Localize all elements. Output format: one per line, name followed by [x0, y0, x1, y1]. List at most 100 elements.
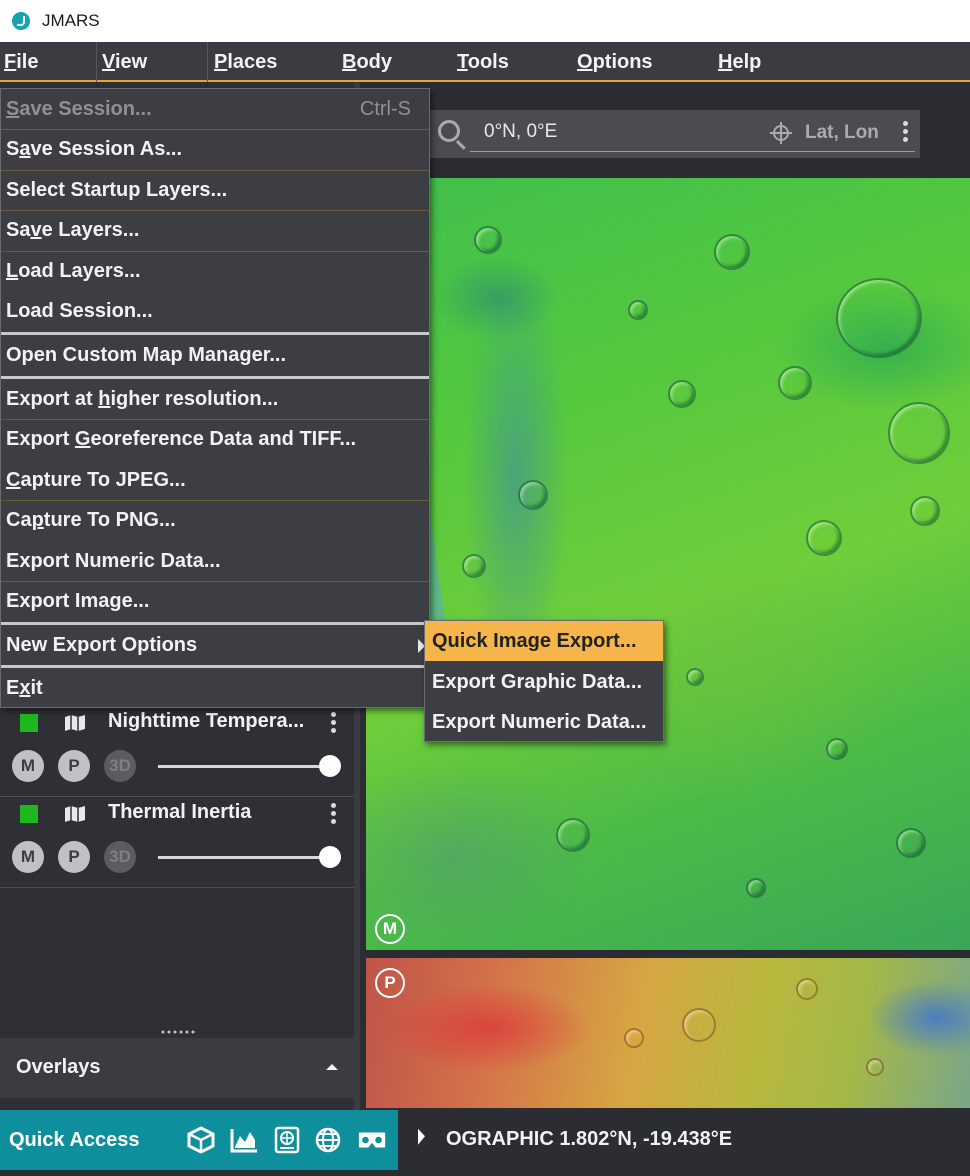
- menu-places[interactable]: Places: [214, 42, 277, 82]
- map-crater: [806, 520, 842, 556]
- search-options-kebab-icon[interactable]: [902, 121, 908, 147]
- layer-options-kebab-icon[interactable]: [330, 803, 336, 829]
- map-crater: [746, 878, 766, 898]
- map-crater: [624, 1028, 644, 1048]
- layer-opacity-slider-knob[interactable]: [319, 755, 341, 777]
- map-crater: [682, 1008, 716, 1042]
- layer-color-swatch[interactable]: [20, 805, 38, 823]
- map-crater: [796, 978, 818, 1000]
- title-bar: JMARS: [0, 0, 970, 42]
- layer-opacity-slider[interactable]: [158, 765, 330, 768]
- map-split-divider[interactable]: [366, 950, 970, 958]
- menu-help[interactable]: Help: [718, 42, 761, 82]
- menu-options[interactable]: Options: [577, 42, 653, 82]
- map-crater: [714, 234, 750, 270]
- map-crater: [668, 380, 696, 408]
- quick-access-bar: Quick Access: [0, 1110, 398, 1170]
- layer-color-swatch[interactable]: [20, 714, 38, 732]
- menu-item-capture-jpeg[interactable]: Capture To JPEG...: [1, 460, 429, 500]
- panel-resize-grip[interactable]: [160, 1030, 196, 1034]
- layer-3d-toggle[interactable]: 3D: [104, 750, 136, 782]
- cursor-pointer-icon: [418, 1128, 425, 1148]
- chart-icon[interactable]: [229, 1126, 259, 1154]
- main-map-view[interactable]: M: [366, 178, 970, 950]
- submenu-item-quick-image-export[interactable]: Quick Image Export...: [425, 621, 663, 661]
- map-crater: [896, 828, 926, 858]
- layer-panner-toggle[interactable]: P: [58, 841, 90, 873]
- panner-map-view[interactable]: P: [366, 958, 970, 1108]
- layer-row-divider: [0, 887, 354, 888]
- map-crater: [910, 496, 940, 526]
- window-title: JMARS: [42, 11, 100, 30]
- shortcut-label: Ctrl-S: [359, 98, 411, 120]
- menu-item-select-startup-layers[interactable]: Select Startup Layers...: [1, 170, 429, 210]
- layer-main-view-toggle[interactable]: M: [12, 841, 44, 873]
- jmars-app: JMARS File View Places Body Tools Option…: [0, 0, 970, 1176]
- menu-item-load-session[interactable]: Load Session...: [1, 291, 429, 331]
- menu-bar: File View Places Body Tools Options Help: [0, 42, 970, 82]
- layer-panner-toggle[interactable]: P: [58, 750, 90, 782]
- panner-view-badge: P: [375, 968, 405, 998]
- layer-name: Nighttime Tempera...: [108, 710, 305, 732]
- map-crater: [518, 480, 548, 510]
- cursor-coordinate-readout: OGRAPHIC 1.802°N, -19.438°E: [446, 1128, 733, 1150]
- layer-opacity-slider[interactable]: [158, 856, 330, 859]
- overlays-label: Overlays: [16, 1056, 101, 1078]
- submenu-item-export-numeric-data[interactable]: Export Numeric Data...: [425, 702, 663, 742]
- menu-item-load-layers[interactable]: Load Layers...: [1, 251, 429, 291]
- map-crater: [628, 300, 648, 320]
- overlays-section-header[interactable]: Overlays: [0, 1038, 354, 1098]
- map-crater: [866, 1058, 884, 1076]
- coordinate-search-value[interactable]: 0°N, 0°E: [484, 121, 557, 143]
- map-crater: [462, 554, 486, 578]
- map-layer-icon: [65, 806, 85, 822]
- globe-icon[interactable]: [313, 1126, 343, 1154]
- menu-item-save-session: Save Session... Ctrl-S: [1, 89, 429, 129]
- menu-item-save-layers[interactable]: Save Layers...: [1, 210, 429, 250]
- menu-separator: [207, 42, 208, 82]
- menu-separator: [96, 42, 97, 82]
- menu-file[interactable]: File: [4, 42, 38, 82]
- map-crater: [474, 226, 502, 254]
- layer-opacity-slider-knob[interactable]: [319, 846, 341, 868]
- file-menu-dropdown: Save Session... Ctrl-S Save Session As..…: [0, 88, 430, 708]
- collapse-caret-icon[interactable]: [326, 1064, 338, 1070]
- map-crater: [686, 668, 704, 686]
- layer-main-view-toggle[interactable]: M: [12, 750, 44, 782]
- box-3d-icon[interactable]: [186, 1126, 216, 1154]
- new-export-options-submenu: Quick Image Export... Export Graphic Dat…: [424, 620, 664, 742]
- layer-row-divider: [0, 796, 354, 797]
- map-crater: [888, 402, 950, 464]
- menu-item-new-export-options[interactable]: New Export Options: [1, 625, 429, 665]
- globe-book-icon[interactable]: [272, 1126, 302, 1154]
- menu-item-save-session-as[interactable]: Save Session As...: [1, 129, 429, 169]
- menu-item-capture-png[interactable]: Capture To PNG...: [1, 500, 429, 540]
- layer-3d-toggle[interactable]: 3D: [104, 841, 136, 873]
- layer-name: Thermal Inertia: [108, 801, 252, 823]
- jmars-logo-icon: [12, 12, 30, 30]
- search-icon[interactable]: [438, 120, 460, 142]
- menu-body[interactable]: Body: [342, 42, 392, 82]
- map-crater: [556, 818, 590, 852]
- menu-item-export-higher-resolution[interactable]: Export at higher resolution...: [1, 379, 429, 419]
- menu-view[interactable]: View: [102, 42, 147, 82]
- menu-tools[interactable]: Tools: [457, 42, 509, 82]
- menu-item-open-custom-map-manager[interactable]: Open Custom Map Manager...: [1, 335, 429, 375]
- submenu-item-export-graphic-data[interactable]: Export Graphic Data...: [425, 662, 663, 702]
- vr-headset-icon[interactable]: [357, 1126, 387, 1154]
- coordinate-format-label[interactable]: Lat, Lon: [805, 122, 879, 144]
- map-crater: [836, 278, 922, 358]
- menu-item-export-image[interactable]: Export Image...: [1, 581, 429, 621]
- quick-access-label: Quick Access: [9, 1129, 140, 1151]
- map-crater: [778, 366, 812, 400]
- crosshair-icon[interactable]: [770, 122, 792, 144]
- coordinate-search-bar: 0°N, 0°E Lat, Lon: [430, 110, 920, 158]
- status-bar: Quick Access OGRAPHIC 1.802°N, -19.438°E: [0, 1110, 970, 1176]
- menu-item-exit[interactable]: Exit: [1, 668, 429, 708]
- main-view-badge: M: [375, 914, 405, 944]
- menu-item-export-numeric-data[interactable]: Export Numeric Data...: [1, 541, 429, 581]
- map-crater: [826, 738, 848, 760]
- map-layer-icon: [65, 715, 85, 731]
- layer-options-kebab-icon[interactable]: [330, 712, 336, 738]
- menu-item-export-georeference[interactable]: Export Georeference Data and TIFF...: [1, 419, 429, 459]
